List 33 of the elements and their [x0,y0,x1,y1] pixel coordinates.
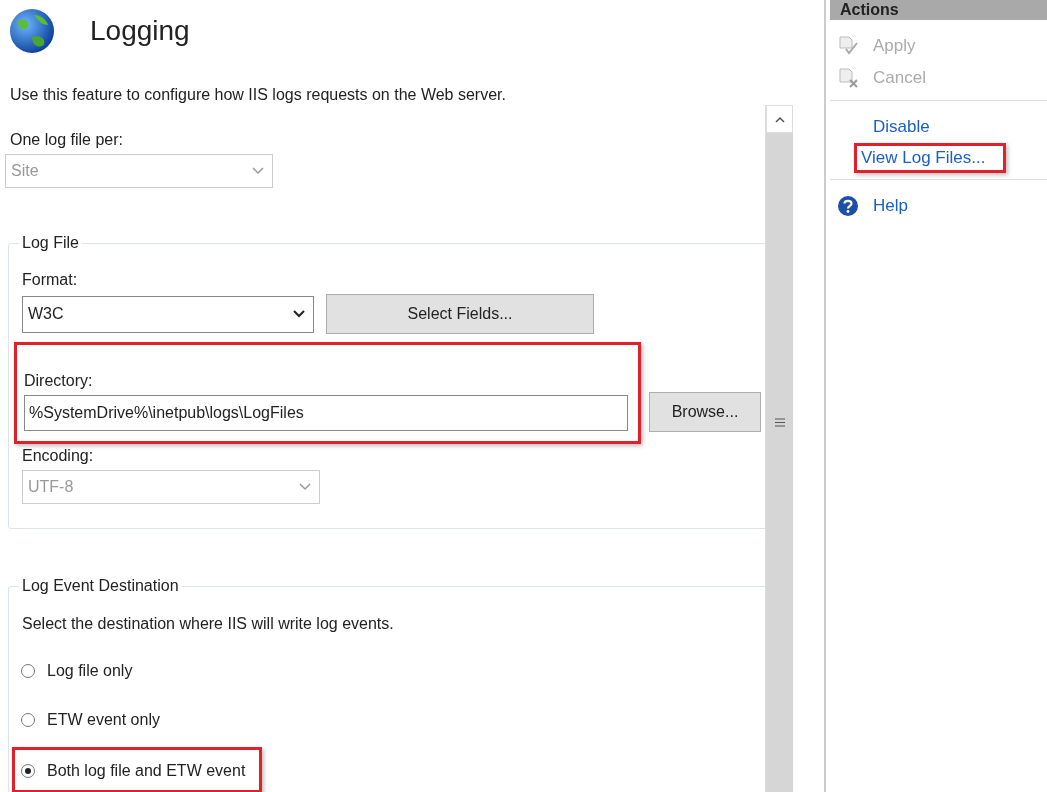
field-label: One log file per: [10,130,124,150]
field-label: Format: [22,270,79,290]
select-fields-button[interactable]: Select Fields... [326,294,594,334]
description-text: Use this feature to configure how IIS logs requests on the Web server. [10,86,507,104]
directory-field[interactable]: %SystemDrive%\inetpub\logs\LogFiles [24,395,628,431]
description-text: Select the destination where IIS will write log events. [22,615,395,633]
radio-button[interactable] [21,664,35,678]
globe-icon [8,7,56,55]
document-x-icon [837,67,859,89]
field-label: Encoding: [22,446,95,466]
panel-header: Actions [830,0,1047,20]
radio-option[interactable]: Both log file and ETW event [21,762,246,780]
radio-option[interactable]: Log file only [21,662,133,680]
format-dropdown[interactable]: W3C [22,295,314,333]
group-title: Log Event Destination [21,577,180,595]
action-link[interactable]: Help [830,190,929,222]
document-check-icon [837,35,859,57]
chevron-down-icon [299,483,311,491]
field-label: Directory: [24,371,94,391]
help-icon [837,195,859,217]
radio-option[interactable]: ETW event only [21,711,160,729]
group-title: Log File [21,234,80,252]
chevron-down-icon [252,167,264,175]
action-link[interactable]: View Log Files... [854,143,1007,173]
scroll-up-button[interactable] [766,105,793,133]
action-link[interactable]: Disable [830,111,951,143]
radio-button[interactable] [21,764,35,778]
radio-button[interactable] [21,713,35,727]
browse-button[interactable]: Browse... [649,392,761,432]
chevron-down-icon [293,310,305,318]
grip-icon [774,418,785,427]
chevron-up-icon [774,115,785,123]
page-title: Logging [90,15,190,47]
